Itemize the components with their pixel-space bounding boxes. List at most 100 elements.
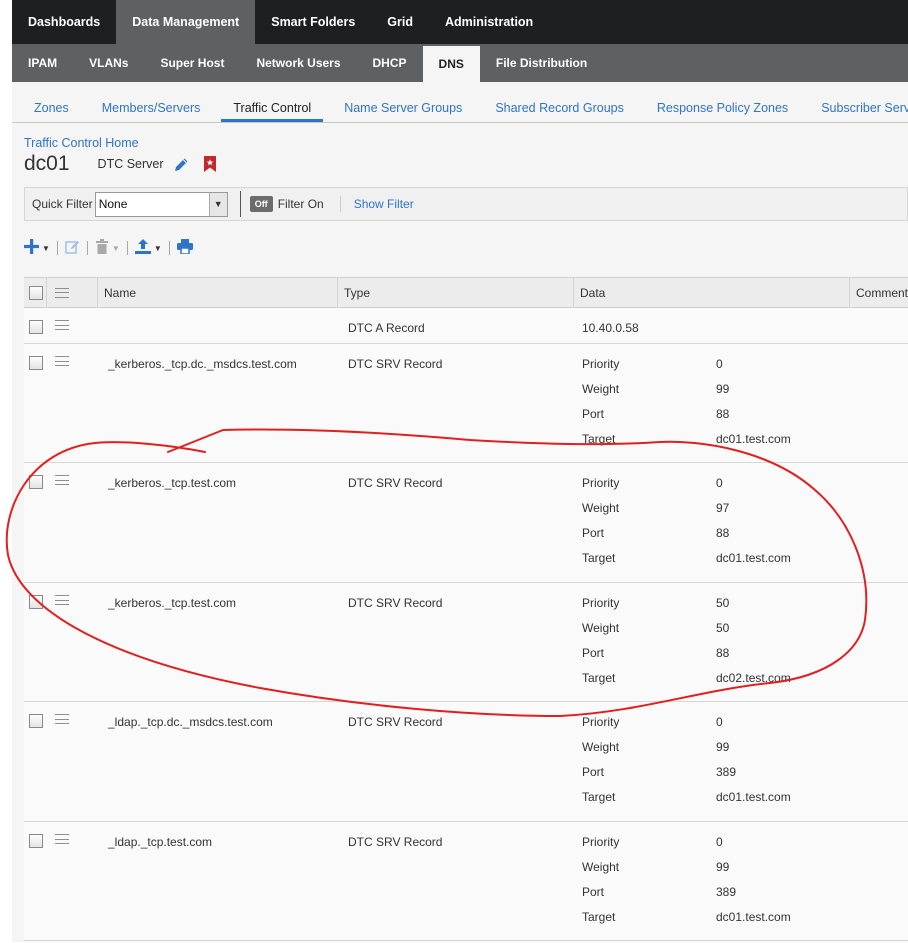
port-value: 389	[716, 884, 737, 899]
record-type: DTC SRV Record	[348, 476, 443, 490]
row-checkbox[interactable]	[29, 356, 43, 370]
pencil-icon[interactable]	[173, 156, 190, 173]
add-button[interactable]: ▼	[24, 239, 50, 257]
weight-label: Weight	[582, 859, 620, 874]
table-row[interactable]: _kerberos._tcp.test.com DTC SRV Record P…	[24, 583, 908, 702]
toolbar: ▼ ▼ ▼	[24, 237, 908, 259]
table-row[interactable]: DTC A Record 10.40.0.58	[24, 308, 908, 344]
table-row[interactable]: _kerberos._tcp.test.com DTC SRV Record P…	[24, 463, 908, 583]
table-row[interactable]: _ldap._tcp.test.com DTC SRV Record Prior…	[24, 822, 908, 941]
record-name: _kerberos._tcp.test.com	[108, 476, 237, 490]
tab-name-server-groups[interactable]: Name Server Groups	[332, 101, 474, 122]
delete-button[interactable]: ▼	[95, 239, 120, 257]
sub-nav-file-distribution[interactable]: File Distribution	[480, 44, 603, 82]
sub-nav-ipam[interactable]: IPAM	[12, 44, 73, 82]
priority-label: Priority	[582, 714, 620, 729]
record-comment	[850, 702, 908, 821]
tab-members-servers[interactable]: Members/Servers	[90, 101, 213, 122]
target-label: Target	[582, 431, 616, 446]
drag-handle-icon[interactable]	[55, 714, 69, 724]
divider	[239, 191, 241, 217]
drag-handle-icon[interactable]	[55, 475, 69, 485]
column-header-comment[interactable]: Comment	[850, 278, 908, 308]
edit-icon	[65, 239, 80, 257]
filter-toggle[interactable]: Off	[249, 196, 273, 212]
row-checkbox[interactable]	[29, 475, 43, 489]
drag-handle-icon[interactable]	[55, 595, 69, 605]
column-header-type[interactable]: Type	[338, 277, 574, 308]
tab-traffic-control[interactable]: Traffic Control	[221, 101, 324, 122]
print-button[interactable]	[176, 239, 193, 257]
port-value: 88	[716, 525, 730, 540]
bookmark-icon[interactable]	[203, 156, 216, 172]
row-checkbox[interactable]	[29, 320, 43, 334]
priority-value: 50	[716, 595, 730, 610]
port-label: Port	[582, 884, 605, 899]
row-checkbox[interactable]	[29, 595, 43, 609]
column-menu-icon[interactable]	[55, 287, 69, 298]
port-value: 88	[716, 406, 730, 421]
table-row[interactable]: _kerberos._tcp.dc._msdcs.test.com DTC SR…	[24, 344, 908, 463]
chevron-down-icon[interactable]: ▼	[208, 192, 227, 216]
priority-value: 0	[716, 475, 723, 490]
chevron-down-icon: ▼	[111, 243, 120, 253]
record-name: _ldap._tcp.dc._msdcs.test.com	[108, 715, 273, 729]
top-nav-grid[interactable]: Grid	[371, 0, 429, 44]
breadcrumb[interactable]: Traffic Control Home	[24, 123, 908, 152]
title-bar: dc01 DTC Server	[24, 152, 908, 176]
weight-label: Weight	[582, 620, 620, 635]
drag-handle-icon[interactable]	[55, 356, 69, 366]
priority-label: Priority	[582, 475, 620, 490]
tab-shared-record-groups[interactable]: Shared Record Groups	[483, 101, 636, 122]
drag-handle-icon[interactable]	[55, 834, 69, 844]
quick-filter-value: None	[98, 197, 128, 211]
edit-button[interactable]	[65, 239, 80, 257]
row-checkbox[interactable]	[29, 714, 43, 728]
select-all-checkbox[interactable]	[29, 285, 43, 300]
weight-value: 97	[716, 500, 730, 515]
drag-handle-icon[interactable]	[55, 320, 69, 330]
port-value: 88	[716, 645, 730, 660]
export-button[interactable]: ▼	[134, 239, 162, 257]
tab-subscriber-services[interactable]: Subscriber Services	[809, 101, 908, 122]
table-header: Name Type Data Comment	[24, 277, 908, 308]
main-content: Traffic Control Home dc01 DTC Server Qui…	[12, 123, 908, 942]
page-subtitle: DTC Server	[97, 157, 164, 171]
weight-label: Weight	[582, 500, 620, 515]
sub-nav-super-host[interactable]: Super Host	[144, 44, 240, 82]
tab-zones[interactable]: Zones	[22, 101, 81, 122]
tab-bar: Zones Members/Servers Traffic Control Na…	[12, 82, 908, 123]
weight-label: Weight	[582, 381, 620, 396]
priority-label: Priority	[582, 356, 620, 371]
sub-nav-dhcp[interactable]: DHCP	[357, 44, 423, 82]
top-nav-data-management[interactable]: Data Management	[116, 0, 256, 44]
top-nav-dashboards[interactable]: Dashboards	[12, 0, 116, 44]
weight-value: 99	[716, 859, 730, 874]
sub-nav-vlans[interactable]: VLANs	[73, 44, 144, 82]
record-name	[98, 308, 338, 343]
show-filter-link[interactable]: Show Filter	[354, 197, 414, 211]
sub-nav-network-users[interactable]: Network Users	[240, 44, 356, 82]
record-type: DTC SRV Record	[348, 835, 443, 849]
tab-response-policy-zones[interactable]: Response Policy Zones	[645, 101, 800, 122]
drag-handle-cell	[47, 583, 98, 701]
top-nav-administration[interactable]: Administration	[429, 0, 549, 44]
target-label: Target	[582, 909, 616, 924]
add-icon	[24, 239, 39, 257]
sub-nav-dns[interactable]: DNS	[422, 46, 480, 82]
filter-on-label: Filter On	[277, 197, 324, 211]
record-type: DTC SRV Record	[348, 357, 443, 371]
port-value: 389	[716, 764, 737, 779]
divider	[86, 241, 88, 255]
row-select-cell	[24, 583, 47, 701]
quick-filter-select[interactable]: None ▼	[94, 191, 228, 217]
record-name: _kerberos._tcp.test.com	[108, 596, 237, 610]
app: Dashboards Data Management Smart Folders…	[12, 0, 908, 943]
row-checkbox[interactable]	[29, 834, 43, 848]
page-title: dc01	[24, 152, 70, 175]
top-nav-smart-folders[interactable]: Smart Folders	[255, 0, 371, 44]
column-header-data[interactable]: Data	[574, 277, 850, 308]
export-icon	[134, 239, 151, 257]
column-header-name[interactable]: Name	[98, 277, 338, 308]
table-row[interactable]: _ldap._tcp.dc._msdcs.test.com DTC SRV Re…	[24, 702, 908, 822]
